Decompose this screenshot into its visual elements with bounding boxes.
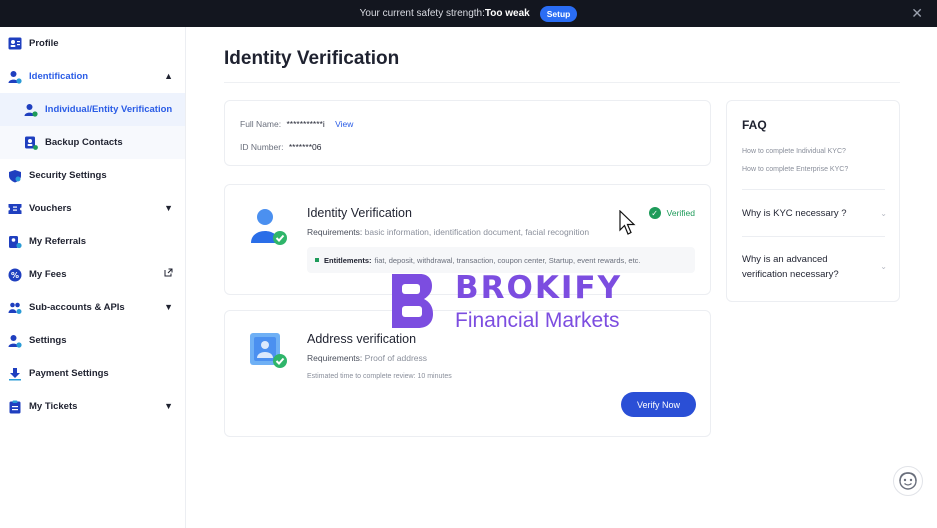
address-card-title: Address verification [307, 332, 417, 346]
sidebar-item-individual-entity-verification[interactable]: Individual/Entity Verification [0, 93, 185, 126]
sidebar-item-label: Identification [29, 71, 89, 82]
user-verified-icon [24, 103, 38, 117]
chevron-down-icon[interactable]: ▼ [164, 302, 173, 312]
identity-requirements: Requirements: basic information, identif… [307, 227, 589, 237]
support-agent-icon [899, 472, 917, 490]
mouse-cursor-icon [619, 210, 636, 235]
sidebar-item-my-fees[interactable]: % My Fees [0, 258, 185, 291]
profile-card-icon [8, 37, 22, 51]
full-name-label: Full Name: [240, 119, 282, 129]
requirements-value: Proof of address [364, 353, 428, 363]
sidebar-item-identification[interactable]: Identification ▲ [0, 60, 185, 93]
faq-panel: FAQ How to complete Individual KYC? How … [726, 100, 900, 302]
setup-button[interactable]: Setup [539, 5, 578, 22]
sidebar-item-label: Vouchers [29, 203, 72, 214]
referral-icon [8, 235, 22, 249]
sidebar-item-label: Security Settings [29, 170, 107, 181]
faq-title: FAQ [742, 118, 767, 132]
personal-info-card: Full Name: ***********i View ID Number: … [224, 100, 711, 166]
external-link-icon[interactable] [164, 268, 173, 280]
clipboard-icon [8, 400, 22, 414]
chevron-down-icon[interactable]: ⌄ [880, 209, 887, 218]
contact-book-icon [24, 136, 38, 150]
requirements-label: Requirements: [307, 227, 363, 237]
svg-text:%: % [11, 271, 19, 280]
faq-link[interactable]: How to complete Enterprise KYC? [742, 166, 848, 173]
divider [742, 189, 885, 190]
voucher-icon [8, 202, 22, 216]
id-number-row: ID Number: *******06 [240, 142, 321, 152]
identity-verification-card: Identity Verification Requirements: basi… [224, 184, 711, 295]
sidebar-item-label: Profile [29, 38, 59, 49]
verified-badge: ✓ Verified [648, 207, 695, 219]
sidebar-item-my-tickets[interactable]: My Tickets ▼ [0, 390, 185, 423]
sidebar-item-security-settings[interactable]: Security Settings [0, 159, 185, 192]
chevron-down-icon[interactable]: ▼ [164, 401, 173, 411]
requirements-label: Requirements: [307, 353, 363, 363]
address-document-icon [247, 329, 289, 371]
sidebar-item-label: My Referrals [29, 236, 87, 247]
sidebar-item-label: Settings [29, 335, 67, 346]
identity-user-icon [247, 205, 289, 247]
sidebar-item-payment-settings[interactable]: Payment Settings [0, 357, 185, 390]
percent-icon: % [8, 268, 22, 282]
sidebar-item-my-referrals[interactable]: My Referrals [0, 225, 185, 258]
shield-icon [8, 169, 22, 183]
verify-now-button[interactable]: Verify Now [621, 392, 696, 417]
faq-question[interactable]: Why is an advanced verification necessar… [742, 252, 867, 282]
user-settings-icon [8, 334, 22, 348]
sidebar-item-label: My Tickets [29, 401, 78, 412]
sidebar-item-vouchers[interactable]: Vouchers ▼ [0, 192, 185, 225]
sidebar-item-label: Individual/Entity Verification [45, 104, 173, 115]
divider [224, 82, 900, 83]
sub-accounts-icon [8, 301, 22, 315]
entitlements-label: Entitlements: [324, 255, 372, 265]
sidebar-item-profile[interactable]: Profile [0, 27, 185, 60]
sidebar: Profile Identification ▲ Individual/Enti… [0, 27, 186, 528]
close-icon[interactable]: ✕ [911, 6, 923, 20]
banner-text: Your current safety strength: [359, 8, 485, 19]
address-verification-card: Address verification Requirements: Proof… [224, 310, 711, 437]
user-check-icon [8, 70, 22, 84]
chevron-up-icon[interactable]: ▲ [164, 71, 173, 81]
faq-link[interactable]: How to complete Individual KYC? [742, 148, 846, 155]
download-icon [8, 367, 22, 381]
support-chat-button[interactable] [893, 466, 923, 496]
entitlements-value: fiat, deposit, withdrawal, transaction, … [374, 255, 641, 265]
estimated-time: Estimated time to complete review: 10 mi… [307, 373, 452, 380]
bullet-icon [315, 258, 319, 262]
banner-strength: Too weak [484, 8, 530, 19]
sidebar-item-label: My Fees [29, 269, 67, 280]
requirements-value: basic information, identification docume… [364, 227, 590, 237]
sidebar-item-sub-accounts-apis[interactable]: Sub-accounts & APIs ▼ [0, 291, 185, 324]
view-link[interactable]: View [335, 119, 353, 129]
security-banner: Your current safety strength: Too weak S… [0, 0, 937, 27]
chevron-down-icon[interactable]: ▼ [164, 203, 173, 213]
sidebar-item-backup-contacts[interactable]: Backup Contacts [0, 126, 185, 159]
sidebar-item-label: Backup Contacts [45, 137, 123, 148]
entitlements-box: Entitlements: fiat, deposit, withdrawal,… [307, 247, 695, 273]
sidebar-item-label: Sub-accounts & APIs [29, 302, 125, 313]
divider [742, 236, 885, 237]
id-number-value: *******06 [288, 142, 322, 152]
sidebar-item-label: Payment Settings [29, 368, 109, 379]
page-title: Identity Verification [224, 48, 400, 69]
faq-question[interactable]: Why is KYC necessary ? [742, 206, 867, 221]
check-circle-icon: ✓ [648, 207, 661, 219]
chevron-down-icon[interactable]: ⌄ [880, 262, 887, 271]
full-name-value: ***********i [286, 119, 325, 129]
id-number-label: ID Number: [240, 142, 284, 152]
main-content: Identity Verification Full Name: *******… [186, 27, 937, 528]
address-requirements: Requirements: Proof of address [307, 353, 427, 363]
sidebar-item-settings[interactable]: Settings [0, 324, 185, 357]
full-name-row: Full Name: ***********i View [240, 119, 353, 129]
identity-card-title: Identity Verification [307, 206, 412, 220]
verified-label: Verified [666, 208, 695, 218]
